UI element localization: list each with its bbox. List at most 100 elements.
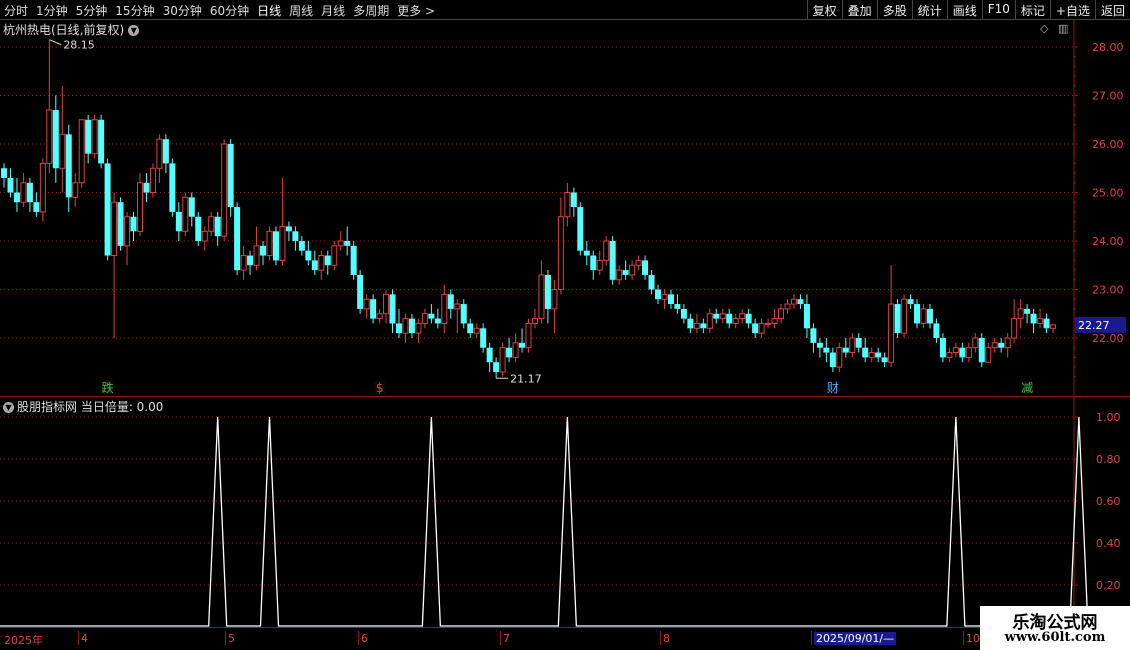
candle-body-up <box>454 303 461 310</box>
candle-body-up <box>868 352 875 358</box>
candle-body-down <box>13 192 20 203</box>
candle-body-up <box>778 308 785 320</box>
indicator-tick-label: 0.20 <box>1096 579 1121 592</box>
candle-body-down <box>434 318 441 324</box>
date-tick <box>500 631 501 645</box>
candle-body-down <box>823 347 830 353</box>
indicator-tick-label: 0.40 <box>1096 537 1121 550</box>
candle-body-down <box>862 347 869 358</box>
candle-body-up <box>732 318 739 324</box>
candle-body-up <box>376 313 383 320</box>
candle-body-down <box>583 250 590 256</box>
candle-body-down <box>894 304 901 334</box>
candle-body-down <box>195 216 202 241</box>
candle-body-up <box>473 327 480 334</box>
candle-body-down <box>810 328 817 343</box>
candle-body-up <box>149 167 156 193</box>
candle-body-down <box>260 245 267 256</box>
candle-body-down <box>33 202 40 212</box>
candle-body-down <box>829 352 836 368</box>
candle-body-up <box>266 230 273 257</box>
candle-body-down <box>745 313 752 324</box>
candle-body-down <box>816 342 823 348</box>
candle-body-down <box>493 362 500 372</box>
event-marker-1: $ <box>376 381 384 395</box>
candle-body-up <box>337 240 344 247</box>
candle-body-down <box>370 299 377 319</box>
candle-body-down <box>959 347 966 358</box>
high-pointer <box>49 39 62 46</box>
candle-body-up <box>790 298 797 305</box>
candle-body-up <box>551 289 558 310</box>
date-label-6: 2025/09/01/— <box>814 632 897 645</box>
candle-body-down <box>590 255 597 271</box>
candle-body-down <box>519 342 526 348</box>
candle-body-up <box>208 216 215 232</box>
candle-body-up <box>1017 308 1024 320</box>
price-tick-label: 26.00 <box>1092 138 1124 151</box>
candle-body-down <box>881 357 888 363</box>
candle-body-down <box>680 308 687 319</box>
candle-body-up <box>201 230 208 242</box>
candle-body-down <box>914 304 921 324</box>
date-label-1: 4 <box>81 632 88 645</box>
candle-body-down <box>292 231 299 241</box>
candle-body-up <box>693 322 700 329</box>
high-price-label: 28.15 <box>63 39 95 52</box>
candle-body-down <box>480 328 487 348</box>
candle-body-up <box>739 313 746 320</box>
indicator-tick-label: 0.60 <box>1096 495 1121 508</box>
candle-body-up <box>78 119 85 184</box>
candle-body-up <box>1011 318 1018 339</box>
current-price-label: 22.27 <box>1078 319 1110 332</box>
candle-body-up <box>706 313 713 329</box>
candle-body-down <box>939 338 946 358</box>
candle-body-down <box>85 119 92 154</box>
candle-body-down <box>214 216 221 237</box>
date-label-5: 8 <box>663 632 670 645</box>
candle-body-down <box>544 274 551 309</box>
candle-body-down <box>305 250 312 261</box>
candle-body-down <box>978 338 985 363</box>
candle-body-up <box>901 298 908 334</box>
indicator-line <box>0 416 1089 627</box>
candle-body-down <box>324 255 331 266</box>
candle-body-up <box>719 313 726 320</box>
price-tick-label: 25.00 <box>1092 187 1124 200</box>
candle-body-down <box>162 139 169 164</box>
candle-body-up <box>635 259 642 266</box>
candle-body-up <box>72 182 79 198</box>
date-label-2: 5 <box>228 632 235 645</box>
candle-body-down <box>395 323 402 334</box>
date-tick <box>811 631 812 645</box>
candle-body-down <box>98 119 105 164</box>
price-tick-label: 24.00 <box>1092 235 1124 248</box>
candle-body-up <box>920 308 927 324</box>
candle-body-up <box>1037 318 1044 324</box>
candle-body-up <box>564 192 571 218</box>
kline-chart[interactable]: 28.00 27.00 26.00 25.00 24.00 23.00 22.00 1.00 0… <box>0 0 1130 650</box>
candle-body-down <box>577 207 584 251</box>
candle-body-down <box>389 294 396 324</box>
candle-body-down <box>117 202 124 246</box>
candle-body-down <box>907 299 914 305</box>
candle-body-up <box>240 255 247 271</box>
candle-body-down <box>104 163 111 256</box>
candle-body-up <box>965 347 972 358</box>
candle-body-down <box>344 241 351 246</box>
candle-body-up <box>952 347 959 354</box>
candle-body-up <box>279 225 286 261</box>
price-tick-label: 27.00 <box>1092 90 1124 103</box>
date-label-4: 7 <box>503 632 510 645</box>
candle-body-down <box>7 177 14 193</box>
candle-body-down <box>130 216 137 232</box>
candle-body-up <box>441 293 448 324</box>
candle-body-up <box>331 245 338 266</box>
candle-body-up <box>499 347 506 373</box>
candle-body-down <box>408 318 415 334</box>
candle-body-down <box>726 313 733 324</box>
candle-body-down <box>1 168 7 178</box>
candle-body-down <box>687 318 694 329</box>
candle-body-down <box>272 231 279 261</box>
candle-body-up <box>421 313 428 324</box>
